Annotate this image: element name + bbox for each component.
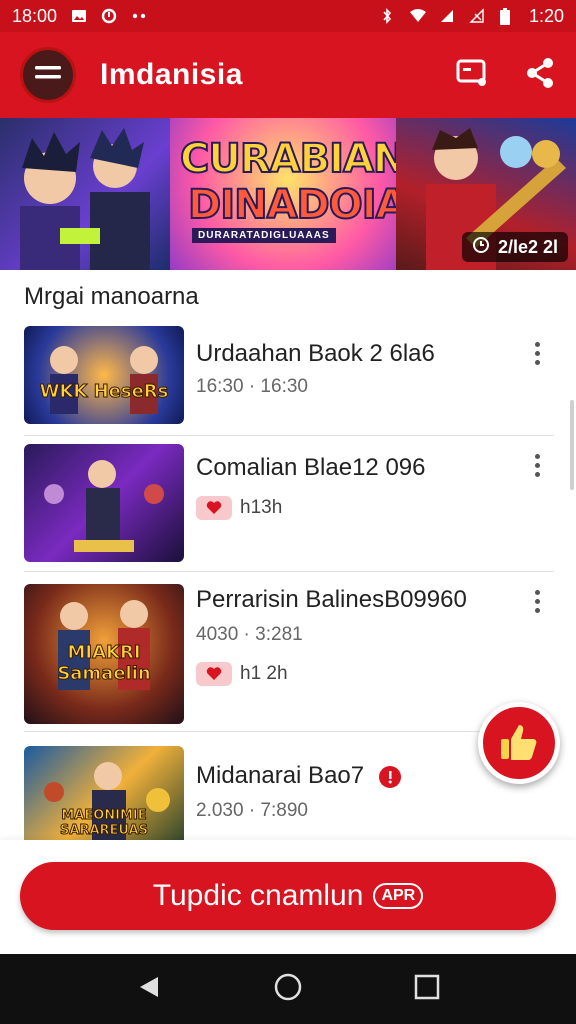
recents-icon[interactable]	[414, 974, 440, 1005]
video-title[interactable]: Perrarisin BalinesB09960	[196, 586, 467, 614]
video-meta: 2.030 · 7:890	[196, 800, 308, 821]
no-signal-icon	[469, 8, 485, 24]
video-title-text: Midanarai Bao7	[196, 762, 365, 789]
home-icon[interactable]	[273, 972, 303, 1007]
more-dots-icon	[131, 8, 147, 24]
back-icon[interactable]	[136, 974, 162, 1005]
app-bar: Imdanisia	[0, 32, 576, 118]
wifi-icon	[409, 8, 426, 24]
scrollbar[interactable]	[570, 400, 574, 490]
banner-characters-left	[0, 118, 170, 270]
primary-action-label: Tupdic cnamlun	[152, 879, 364, 912]
primary-action-button[interactable]: Tupdic cnamlun APR	[20, 862, 556, 930]
apr-badge: APR	[373, 883, 424, 909]
like-chip-text: h13h	[240, 497, 283, 518]
status-time-left: 18:00	[12, 5, 58, 26]
menu-icon	[35, 63, 61, 88]
thumbnail-label: MIAKRI Samaelin	[57, 642, 151, 685]
thumbnail-label: MAEONIMIE SARAREUAS	[60, 808, 149, 839]
list-item[interactable]: MAEONIMIE SARAREUAS Midanarai Bao7 2.030…	[24, 732, 554, 840]
circle-notify-icon	[101, 8, 117, 24]
status-time-right: 1:20	[528, 5, 564, 26]
menu-button[interactable]	[20, 47, 76, 103]
like-chip-text: h1 2h	[240, 663, 288, 684]
video-thumbnail[interactable]: MAEONIMIE SARAREUAS	[24, 746, 184, 840]
heart-icon	[196, 496, 232, 520]
status-bar: 18:00 1:20	[0, 0, 576, 32]
live-icon	[378, 765, 401, 788]
share-icon[interactable]	[524, 57, 556, 94]
system-nav-bar	[0, 954, 576, 1024]
more-options-icon[interactable]	[528, 590, 546, 613]
like-fab-button[interactable]	[478, 702, 560, 784]
banner-badge: 2/le2 2l	[461, 232, 568, 262]
banner-badge-text: 2/le2 2l	[497, 236, 558, 257]
app-title: Imdanisia	[100, 58, 243, 91]
video-meta: 16:30 · 16:30	[196, 376, 308, 397]
signal-icon	[439, 8, 455, 24]
bluetooth-icon	[379, 8, 395, 24]
section-title: Mrgai manoarna	[24, 283, 199, 310]
banner-subtitle: DURARATADIGLUAAAS	[192, 228, 336, 243]
more-options-icon[interactable]	[528, 342, 546, 365]
video-title[interactable]: Urdaahan Baok 2 6la6	[196, 340, 435, 368]
cast-icon[interactable]	[456, 58, 488, 93]
video-thumbnail[interactable]: WKK HeseRs	[24, 326, 184, 424]
list-item[interactable]: MIAKRI Samaelin Perrarisin BalinesB09960…	[24, 572, 554, 732]
banner-title-line2: DINADOIA	[187, 181, 408, 229]
featured-banner[interactable]: CURABIAN DINADOIA DURARATADIGLUAAAS 2/le…	[0, 118, 576, 270]
gallery-icon	[71, 8, 87, 24]
clock-icon	[472, 236, 490, 259]
more-options-icon[interactable]	[528, 454, 546, 477]
list-item[interactable]: WKK HeseRs Urdaahan Baok 2 6la6 16:30 · …	[24, 324, 554, 436]
like-chip: h1 2h	[196, 662, 288, 686]
video-meta: 4030 · 3:281	[196, 624, 303, 645]
video-thumbnail[interactable]: MIAKRI Samaelin	[24, 584, 184, 724]
thumbnail-label: WKK HeseRs	[39, 381, 169, 403]
video-title[interactable]: Comalian Blae12 096	[196, 454, 426, 482]
battery-icon	[499, 8, 515, 25]
thumbs-up-icon	[497, 719, 541, 768]
heart-icon	[196, 662, 232, 686]
video-list: WKK HeseRs Urdaahan Baok 2 6la6 16:30 · …	[24, 324, 554, 840]
video-title[interactable]: Midanarai Bao7	[196, 762, 401, 790]
list-item[interactable]: Comalian Blae12 096 h13h	[24, 436, 554, 572]
video-thumbnail[interactable]	[24, 444, 184, 562]
like-chip: h13h	[196, 496, 282, 520]
banner-title-line1: CURABIAN	[179, 135, 407, 183]
